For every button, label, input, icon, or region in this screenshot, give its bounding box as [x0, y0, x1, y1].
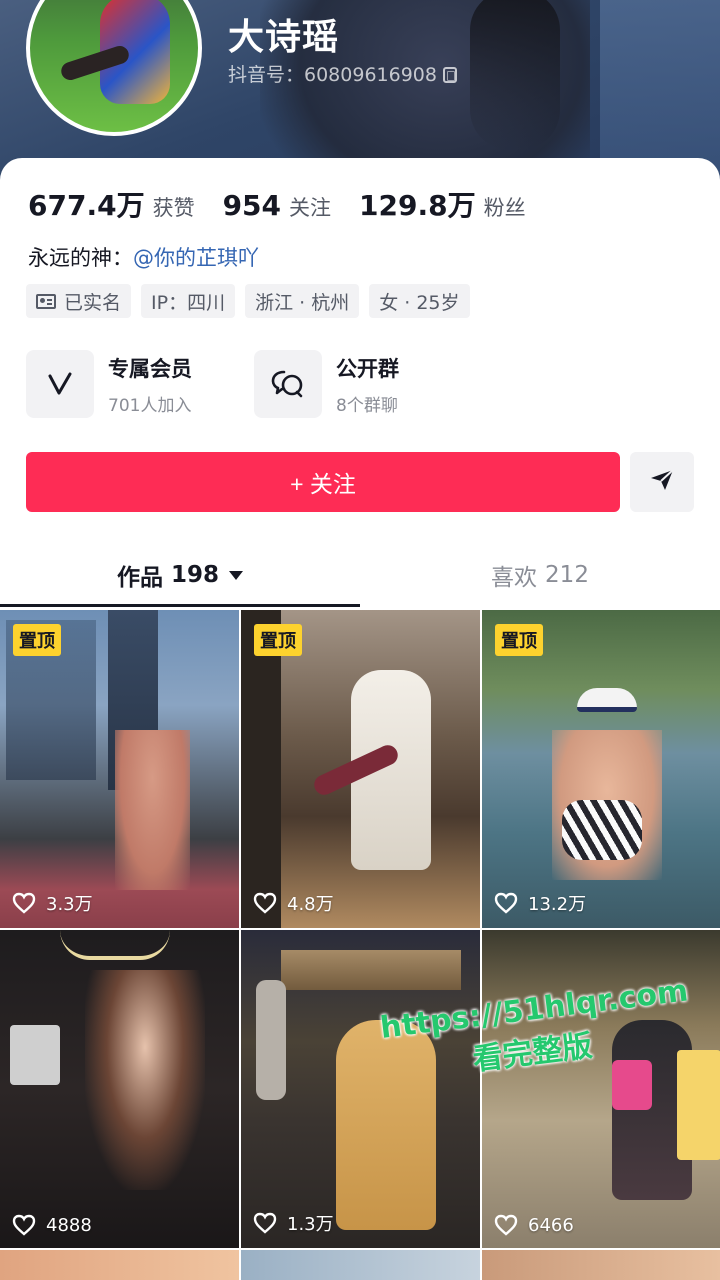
video-thumbnail[interactable]: 置顶 4.8万	[241, 610, 480, 928]
feature-title: 专属会员	[108, 356, 192, 381]
thumbnail-detail	[10, 1025, 60, 1085]
like-count-text: 4.8万	[287, 894, 334, 915]
stat-value: 129.8万	[359, 189, 476, 222]
feature-title: 公开群	[336, 356, 399, 381]
like-count-text: 6466	[528, 1214, 574, 1236]
like-count-text: 1.3万	[287, 1214, 334, 1235]
follow-button[interactable]: + 关注	[26, 452, 620, 512]
tag-label: 女 · 25岁	[379, 291, 460, 314]
tag-label: 浙江 · 杭州	[255, 291, 350, 314]
douyin-id-text: 抖音号：60809616908	[228, 64, 437, 86]
tab-count: 212	[545, 562, 589, 588]
banner-photo-detail	[470, 0, 560, 150]
tag-location: 浙江 · 杭州	[245, 284, 360, 318]
tag-verified: 已实名	[26, 284, 132, 318]
copy-icon[interactable]	[442, 67, 457, 83]
tag-label: IP：四川	[151, 291, 226, 314]
video-thumbnail[interactable]	[0, 1250, 239, 1280]
stat-label: 获赞	[152, 196, 195, 220]
stat-label: 关注	[289, 196, 332, 220]
tab-works[interactable]: 作品 198	[0, 546, 360, 604]
pinned-badge: 置顶	[13, 624, 61, 656]
like-count: 13.2万	[494, 890, 586, 916]
video-thumbnail[interactable]: 置顶 3.3万	[0, 610, 239, 928]
tab-likes[interactable]: 喜欢 212	[360, 546, 720, 604]
stat-value: 954	[222, 189, 282, 222]
heart-icon	[253, 892, 277, 914]
vip-v-icon	[26, 350, 94, 418]
profile-name: 大诗瑶	[228, 17, 340, 58]
bio-mention-link[interactable]: @你的芷琪吖	[133, 246, 259, 270]
tag-ip: IP：四川	[141, 284, 236, 318]
stats-row: 677.4万 获赞 954 关注 129.8万 粉丝	[28, 184, 554, 224]
thumbnail-detail	[562, 800, 642, 860]
video-thumbnail[interactable]: 1.3万	[241, 930, 480, 1248]
group-chat-icon	[254, 350, 322, 418]
thumbnail-detail	[256, 980, 286, 1100]
tab-indicator	[0, 604, 360, 607]
stat-value: 677.4万	[28, 189, 145, 222]
thumbnail-detail	[85, 970, 205, 1190]
like-count: 6466	[494, 1214, 574, 1236]
heart-icon	[12, 892, 36, 914]
like-count-text: 4888	[46, 1214, 92, 1236]
profile-tags: 已实名 IP：四川 浙江 · 杭州 女 · 25岁	[26, 284, 480, 318]
video-thumbnail[interactable]: 4888	[0, 930, 239, 1248]
thumbnail-detail	[281, 950, 461, 990]
video-thumbnail[interactable]	[482, 1250, 720, 1280]
video-thumbnail[interactable]	[241, 1250, 480, 1280]
like-count: 4.8万	[253, 890, 334, 916]
tab-count: 198	[170, 562, 219, 588]
feature-subtitle: 701人加入	[108, 395, 192, 416]
thumbnail-detail	[60, 930, 170, 960]
stat-label: 粉丝	[483, 196, 526, 220]
thumbnail-detail	[241, 610, 281, 928]
video-thumbnail[interactable]: 置顶 13.2万	[482, 610, 720, 928]
thumbnail-detail	[577, 688, 637, 712]
like-count-text: 13.2万	[528, 894, 587, 915]
bio-text: 永远的神：	[28, 246, 133, 270]
heart-icon	[494, 892, 518, 914]
heart-icon	[494, 1214, 518, 1236]
stat-likes[interactable]: 677.4万 获赞	[28, 184, 195, 224]
like-count-text: 3.3万	[46, 894, 93, 915]
feature-row: 专属会员 701人加入 公开群 8个群聊	[26, 350, 482, 418]
content-tabs: 作品 198 喜欢 212	[0, 546, 720, 608]
heart-icon	[12, 1214, 36, 1236]
feature-membership[interactable]: 专属会员 701人加入	[26, 350, 254, 418]
thumbnail-detail	[115, 730, 190, 890]
like-count: 4888	[12, 1214, 92, 1236]
tag-label: 已实名	[64, 291, 122, 314]
douyin-id[interactable]: 抖音号：60809616908	[228, 60, 457, 87]
feature-subtitle: 8个群聊	[336, 395, 398, 416]
avatar[interactable]	[26, 0, 202, 136]
id-card-icon	[36, 293, 56, 309]
tab-label: 作品	[116, 565, 163, 591]
like-count: 3.3万	[12, 890, 93, 916]
pinned-badge: 置顶	[254, 624, 302, 656]
tag-gender-age: 女 · 25岁	[369, 284, 470, 318]
tab-label: 喜欢	[491, 565, 538, 591]
stat-followers[interactable]: 129.8万 粉丝	[359, 184, 526, 224]
stat-following[interactable]: 954 关注	[223, 189, 331, 222]
caret-down-icon[interactable]	[229, 570, 243, 580]
bio: 永远的神：@你的芷琪吖	[28, 242, 259, 272]
thumbnail-detail	[612, 1060, 652, 1110]
send-message-button[interactable]	[630, 452, 694, 512]
heart-icon	[253, 1212, 277, 1234]
send-icon	[649, 468, 675, 496]
like-count: 1.3万	[253, 1210, 334, 1236]
feature-group[interactable]: 公开群 8个群聊	[254, 350, 482, 418]
thumbnail-detail	[677, 1050, 720, 1160]
pinned-badge: 置顶	[495, 624, 543, 656]
